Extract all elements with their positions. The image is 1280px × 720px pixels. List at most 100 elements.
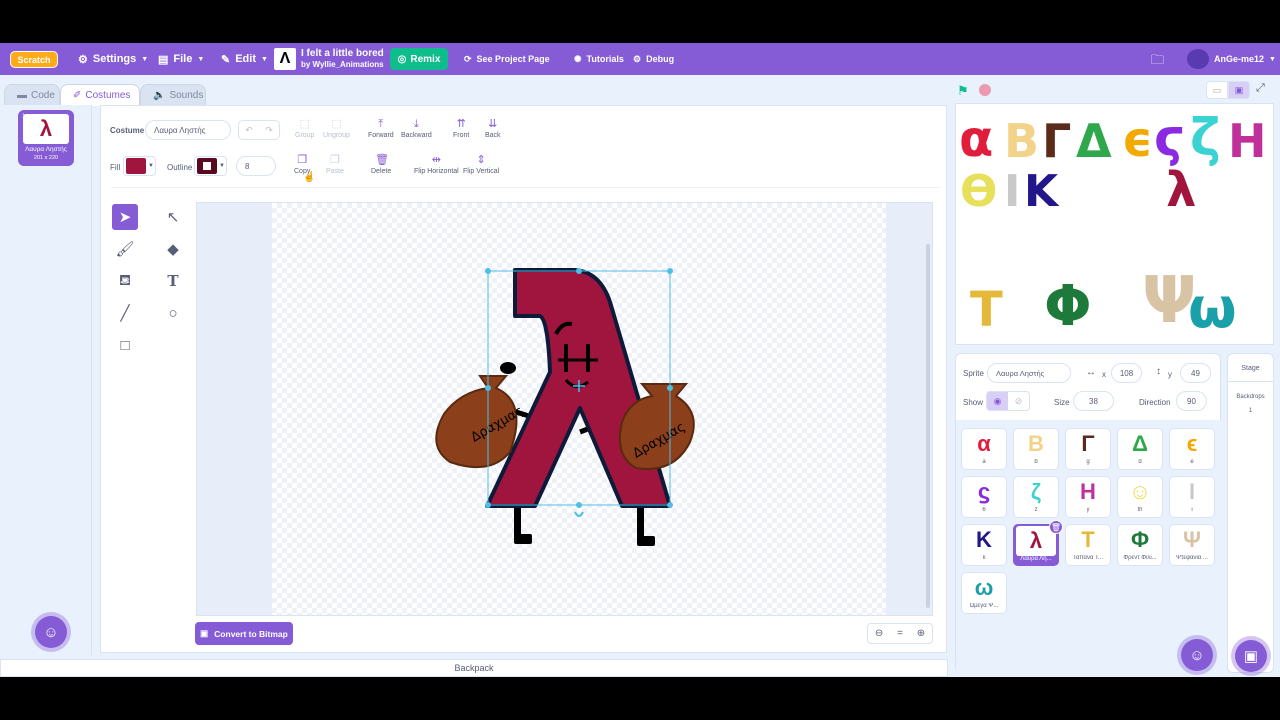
costume-name-input[interactable]: Λαυρα Ληστής [145,120,231,140]
outline-color-picker[interactable]: ▼ [194,156,227,176]
sprite-tile[interactable]: ζz [1013,476,1059,518]
delete-button[interactable]: 🗑 Delete [371,154,391,175]
stage[interactable]: α Β Γ Δ ϵ ϛ ζ Η ϴ Ι Κ λ Τ Φ Ψ ω [955,103,1274,345]
sprite-tile[interactable]: Βb [1013,428,1059,470]
see-project-page-button[interactable]: ⟳ See Project Page [464,43,550,75]
sprite-tile[interactable]: Τ Ταπανα Τ... [1065,524,1111,566]
convert-to-bitmap-button[interactable]: ▣ Convert to Bitmap [195,622,293,645]
sprite-tile[interactable]: Κk [961,524,1007,566]
sprite-tile[interactable]: λ Λαυρα Λη... 🗑 [1013,520,1063,566]
file-menu[interactable]: ▤ File ▼ [158,43,204,75]
circle-tool[interactable]: ○ [160,300,186,326]
project-author[interactable]: by Wyllie_Animations [301,60,384,69]
brush-tool[interactable]: 🖌 [112,236,138,262]
back-button[interactable]: ⇊ Back [485,118,501,139]
tutorials-label: Tutorials [586,54,624,64]
settings-menu[interactable]: ⚙ Settings ▼ [78,43,148,75]
line-tool[interactable]: ╱ [112,300,138,326]
back-label: Back [485,132,501,139]
eye-icon[interactable]: ◉ [987,392,1008,410]
size-input[interactable]: 38 [1073,391,1114,411]
ungroup-button[interactable]: ⬚ Ungroup [323,118,350,139]
sprite-drawing[interactable]: Δραχμας Δραχμας [430,262,700,554]
stage-letter: ϴ [960,166,998,217]
canvas-scrollbar[interactable] [926,244,930,608]
x-input[interactable]: 108 [1111,363,1142,383]
choose-backdrop-button[interactable]: ▣ [1235,640,1267,672]
sprite-tile[interactable]: Ιi [1169,476,1215,518]
folder-icon[interactable]: 🗀 [1151,51,1164,73]
sprite-tile[interactable]: ϵe [1169,428,1215,470]
large-stage-icon[interactable]: ▣ [1228,81,1250,99]
direction-input[interactable]: 90 [1176,391,1207,411]
fill-tool[interactable]: ⛾ [112,268,138,294]
paste-button[interactable]: ❐ Paste [326,154,344,175]
backpack[interactable]: Backpack [0,659,948,677]
sprite-tile[interactable]: Δd [1117,428,1163,470]
stage-letter: ϛ [1154,108,1185,168]
green-flag-icon[interactable]: ⚑ [957,83,969,99]
zoom-out-icon[interactable]: ⊖ [875,628,883,639]
tab-code[interactable]: ▬ Code [4,84,60,106]
left-foot [514,534,532,544]
project-title: I felt a little bored [301,48,384,59]
text-tool[interactable]: T [160,268,186,294]
select-tool[interactable]: ➤ [112,204,138,230]
flip-vertical-button[interactable]: ⇕ Flip Vertical [463,154,499,175]
small-stage-icon[interactable]: ▭ [1206,81,1228,99]
remix-icon: ◎ [397,53,407,65]
sprite-tile[interactable]: ☺ th [1117,476,1163,518]
forward-button[interactable]: ⤒ Forward [368,118,394,139]
eye-closed-icon[interactable]: ⊘ [1008,392,1029,410]
sprite-tile[interactable]: Φ Φρεντ Φιλι... [1117,524,1163,566]
backward-button[interactable]: ⤓ Backward [401,118,432,139]
copy-icon: ❐ [297,154,308,166]
tab-sounds[interactable]: 🔈 Sounds [140,84,206,106]
rectangle-tool[interactable]: □ [112,332,138,358]
undo-icon[interactable]: ↶ [245,125,253,136]
costume-item[interactable]: 1 λ Λαυρα Ληστής 201 x 220 [18,110,74,166]
zoom-reset-button[interactable]: = [897,628,903,639]
sprite-tile[interactable]: Γg [1065,428,1111,470]
sprite-tile[interactable]: αa [961,428,1007,470]
eraser-tool[interactable]: ◆ [160,236,186,262]
outline-width-input[interactable]: 8 [236,156,276,176]
edit-menu[interactable]: ✎ Edit ▼ [221,43,268,75]
sprite-tile[interactable]: Ηy [1065,476,1111,518]
horizontal-arrows-icon: ↔ [1086,367,1096,378]
tab-code-label: Code [31,89,55,101]
outline-label: Outline [167,163,193,172]
remix-button[interactable]: ◎ Remix [390,48,448,70]
choose-sprite-button[interactable]: ☺ [1181,639,1213,671]
fill-label: Fill [110,163,121,172]
delete-sprite-icon[interactable]: 🗑 [1049,520,1063,534]
sprite-tile[interactable]: ω Ωμεγα Ψ... [961,572,1007,614]
y-input[interactable]: 49 [1180,363,1211,383]
sprite-tile[interactable]: Ψ Ψτεφανια ... [1169,524,1215,566]
zoom-in-icon[interactable]: ⊕ [917,628,925,639]
sprite-name-input[interactable]: Λαυρα Ληστής [987,363,1071,383]
choose-costume-button[interactable]: ☺ [35,616,67,648]
tab-costumes[interactable]: ✐ Costumes [60,84,140,106]
stage-lambda: λ [1166,162,1197,218]
sprite-name: Ωμεγα Ψ... [969,603,999,609]
fullscreen-icon[interactable]: ⤢ [1256,82,1265,95]
fill-color-picker[interactable]: ▼ [123,156,156,176]
flip-horizontal-button[interactable]: ⇹ Flip Horizontal [414,154,459,175]
redo-icon[interactable]: ↷ [265,125,273,136]
reshape-tool[interactable]: ↖ [160,204,186,230]
debug-button[interactable]: ⚙ Debug [633,43,674,75]
front-button[interactable]: ⇈ Front [453,118,469,139]
stage-pane[interactable]: Stage Backdrops 1 [1227,353,1274,673]
stop-icon[interactable] [979,84,991,96]
undo-redo-group: ↶ ↷ [238,120,280,140]
sprite-tile[interactable]: ϛ6 [961,476,1007,518]
left-hand [500,362,516,374]
debug-label: Debug [646,54,675,64]
group-button[interactable]: ⬚ Group [295,118,314,139]
tutorials-button[interactable]: ✺ Tutorials [574,43,624,75]
avatar[interactable] [1187,49,1209,69]
trash-icon: 🗑 [375,154,390,166]
account-menu[interactable]: AnGe-me12 ▼ [1214,43,1276,75]
scratch-logo[interactable]: Scratch [10,51,58,68]
